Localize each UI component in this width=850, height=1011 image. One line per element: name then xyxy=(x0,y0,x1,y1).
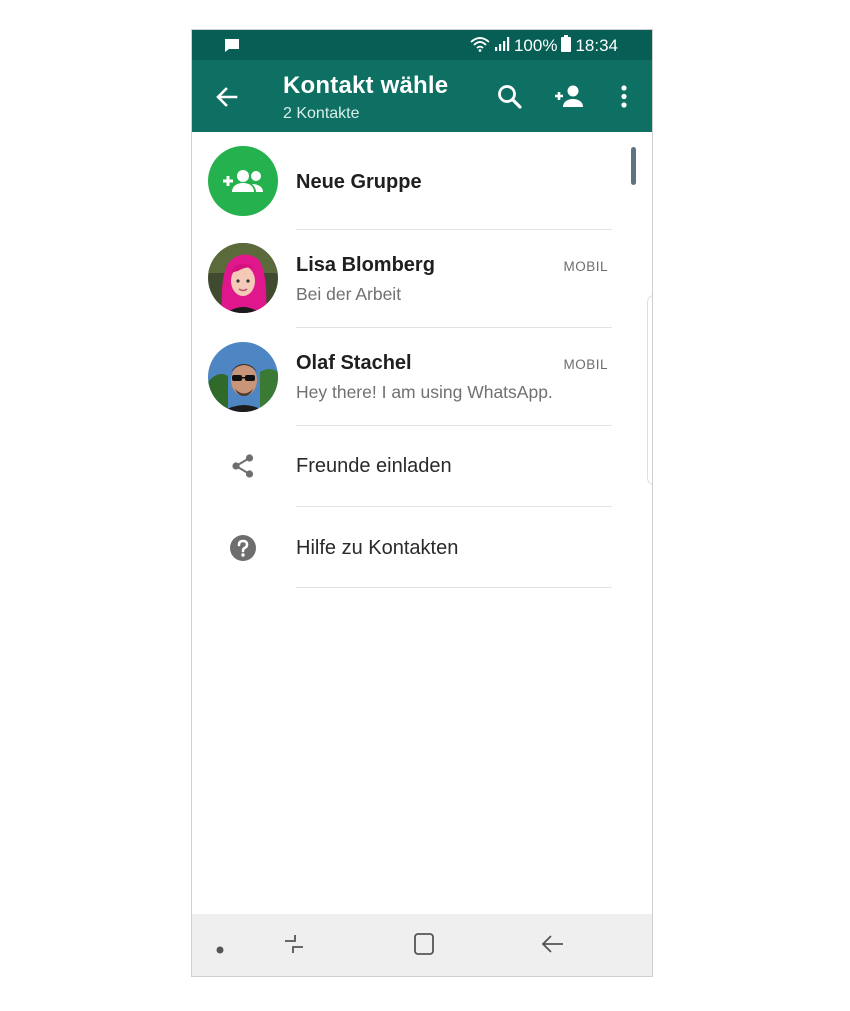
clock: 18:34 xyxy=(575,36,618,55)
invite-friends-label: Freunde einladen xyxy=(296,455,452,477)
battery-icon xyxy=(561,35,572,57)
contact-type: MOBIL xyxy=(563,357,608,372)
home-icon[interactable] xyxy=(412,932,436,961)
status-bar: 100% 18:34 xyxy=(192,30,652,60)
scrollbar[interactable] xyxy=(631,147,636,185)
back-arrow-icon[interactable] xyxy=(214,84,240,110)
back-icon[interactable] xyxy=(540,932,566,961)
recent-apps-icon[interactable] xyxy=(282,932,306,961)
contact-count: 2 Kontakte xyxy=(283,105,360,122)
dot-icon[interactable] xyxy=(216,941,224,959)
contact-row[interactable]: Olaf Stachel MOBIL Hey there! I am using… xyxy=(192,328,652,425)
invite-friends-row[interactable]: Freunde einladen xyxy=(192,426,652,506)
contact-status: Hey there! I am using WhatsApp. xyxy=(296,382,553,402)
add-contact-icon[interactable] xyxy=(552,82,586,112)
search-icon[interactable] xyxy=(495,82,525,112)
contact-status: Bei der Arbeit xyxy=(296,284,402,304)
help-contacts-row[interactable]: Hilfe zu Kontakten xyxy=(192,507,652,587)
phone-screen: 100% 18:34 Kontakt wähle 2 Kontakte Neue… xyxy=(191,29,653,977)
app-bar: Kontakt wähle 2 Kontakte xyxy=(192,60,652,132)
help-contacts-label: Hilfe zu Kontakten xyxy=(296,537,459,559)
more-vert-icon[interactable] xyxy=(612,82,636,112)
help-icon xyxy=(230,535,256,561)
contact-row[interactable]: Lisa Blomberg MOBIL Bei der Arbeit xyxy=(192,230,652,327)
edge-panel-handle[interactable] xyxy=(647,295,652,485)
contact-type: MOBIL xyxy=(563,259,608,274)
divider xyxy=(296,587,612,588)
signal-icon xyxy=(494,36,510,57)
avatar-olaf xyxy=(208,342,278,412)
message-icon xyxy=(224,38,240,58)
new-group-label: Neue Gruppe xyxy=(296,171,422,193)
battery-percent: 100% xyxy=(513,36,558,55)
page-title: Kontakt wähle xyxy=(283,72,449,99)
status-right: 100% 18:34 xyxy=(470,35,618,57)
avatar-lisa xyxy=(208,243,278,313)
new-group-row[interactable]: Neue Gruppe xyxy=(192,144,652,230)
wifi-icon xyxy=(470,36,490,57)
share-icon xyxy=(230,453,256,479)
navigation-bar xyxy=(192,914,652,976)
contact-name: Olaf Stachel xyxy=(296,352,412,374)
contact-name: Lisa Blomberg xyxy=(296,254,435,276)
group-add-icon xyxy=(208,146,278,216)
